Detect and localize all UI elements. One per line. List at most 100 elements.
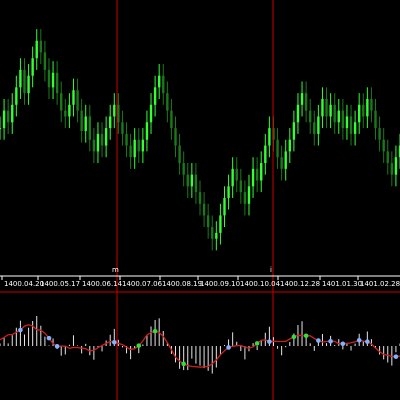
candle-body (0, 128, 2, 130)
candle-body (243, 192, 247, 204)
signal-dot (316, 338, 321, 343)
candle-body (345, 116, 349, 129)
candle-body (31, 58, 34, 76)
date-label: 1400.07.06 (122, 280, 163, 288)
candle-body (84, 116, 87, 131)
date-label: 1400.04.20 (4, 280, 44, 288)
marker-left-label: m (112, 266, 119, 274)
signal-dot (340, 341, 346, 347)
candle-body (43, 52, 47, 70)
candle-body (198, 192, 202, 204)
marker-right-label: i (270, 266, 272, 274)
candle-body (125, 133, 128, 146)
candle-body (182, 163, 185, 175)
candle-body (374, 110, 377, 129)
date-label: 1401.01.30 (322, 280, 362, 288)
candle-body (157, 75, 161, 88)
candle-body (382, 139, 385, 152)
candle-body (337, 110, 340, 123)
candle-body (276, 139, 279, 158)
candle-body (92, 139, 96, 152)
signal-dot (356, 337, 362, 343)
candle-body (174, 128, 177, 146)
candle-body (353, 122, 357, 134)
candle-body (141, 139, 145, 152)
candle-body (386, 151, 389, 164)
candle-body (321, 98, 324, 117)
candle-body (80, 110, 83, 131)
candle-body (239, 180, 243, 193)
signal-dot (291, 334, 297, 340)
candle-body (313, 122, 316, 134)
candle-body (68, 104, 71, 117)
candle-body (51, 72, 55, 88)
candle-body (27, 75, 30, 94)
candle-body (76, 90, 79, 111)
candle-body (19, 69, 22, 88)
candle-body (370, 98, 373, 111)
signal-dot (54, 344, 60, 349)
candle-body (309, 110, 312, 123)
candle-body (211, 227, 214, 239)
candle-body (219, 215, 222, 233)
candle-body (194, 174, 198, 193)
candle-body (292, 122, 296, 140)
candle-body (23, 69, 26, 94)
candle-body (55, 72, 59, 94)
candle-body (60, 93, 63, 111)
candle-body (366, 98, 369, 117)
signal-dot (181, 361, 186, 367)
candle-body (104, 128, 108, 146)
candle-body (39, 40, 43, 53)
signal-dot (226, 345, 231, 350)
candle-body (288, 139, 291, 152)
candle-body (202, 203, 206, 216)
candle-body (362, 104, 365, 117)
candle-body (113, 104, 116, 117)
candle-body (333, 104, 336, 123)
candle-body (35, 40, 38, 59)
candle-body (117, 104, 120, 123)
candle-body (251, 168, 255, 187)
date-label: 1401.02.28 (360, 280, 400, 288)
candle-body (170, 110, 173, 129)
candle-body (149, 104, 153, 123)
chart-canvas: 1400.04.201400.05.17 1400.06.14 1400.07.06… (0, 0, 400, 400)
candle-body (260, 163, 263, 181)
date-label: 1400.09.10 (200, 280, 240, 288)
candle-body (300, 93, 304, 105)
candle-body (378, 128, 381, 140)
date-label: 1400.06.14 (82, 280, 123, 288)
signal-dot (152, 328, 158, 334)
candle-body (284, 151, 287, 169)
candle-body (190, 174, 194, 187)
candle-body (153, 87, 157, 105)
candle-body (166, 93, 169, 111)
date-label: 1400.08.19 (162, 280, 202, 288)
candle-body (304, 93, 308, 111)
candle-body (2, 110, 6, 129)
candle-body (11, 104, 14, 123)
signal-dot (365, 339, 370, 344)
candle-body (145, 122, 149, 140)
candle-body (64, 110, 67, 117)
signal-dot (46, 335, 52, 341)
candle-body (109, 116, 112, 129)
candle-body (100, 133, 104, 146)
date-label: 1400.12.28 (280, 280, 320, 288)
candle-body (235, 168, 238, 181)
candle-body (394, 157, 398, 175)
candle-body (268, 128, 271, 146)
candle-body (72, 90, 75, 105)
date-label: 1400.05.17 (40, 280, 80, 288)
candle-body (178, 145, 181, 164)
candle-body (137, 139, 140, 152)
candle-body (296, 104, 300, 123)
candle-body (390, 163, 394, 175)
candle-body (121, 122, 124, 134)
candle-body (227, 186, 230, 198)
candle-body (255, 168, 259, 181)
candle-body (329, 104, 332, 117)
date-label: 1400.10.04 (240, 280, 281, 288)
candle-body (88, 116, 91, 140)
